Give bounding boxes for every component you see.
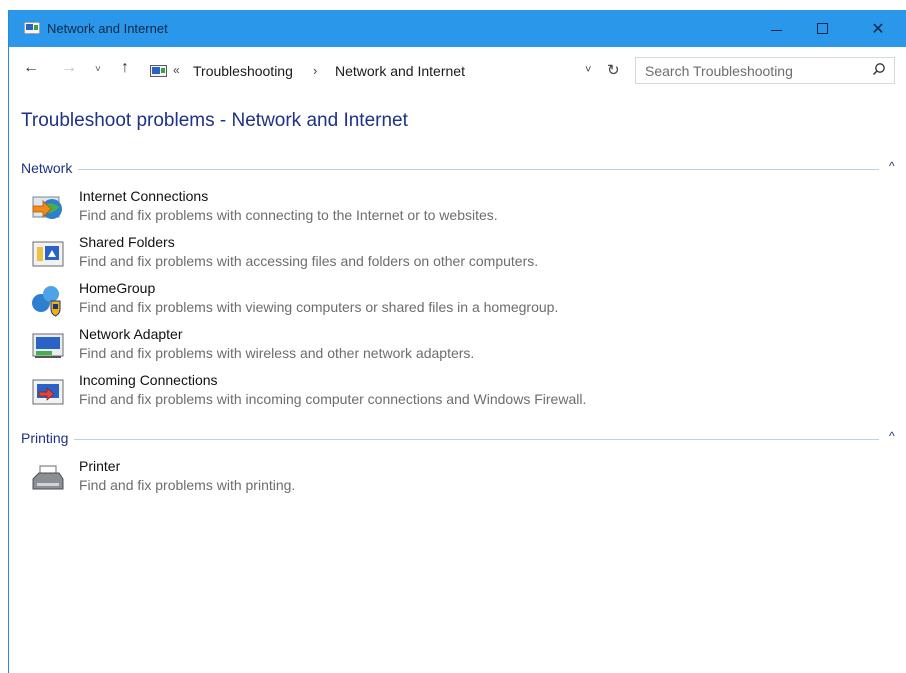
maximize-icon [816,23,828,34]
close-icon: ✕ [871,20,885,38]
list-item-printer[interactable]: Printer Find and fix problems with print… [31,458,731,502]
network-adapter-icon [32,333,64,358]
list-item-internet-connections[interactable]: Internet Connections Find and fix proble… [31,188,731,232]
window-title: Network and Internet [47,21,168,36]
back-button[interactable]: ← [23,59,39,77]
item-description: Find and fix problems with viewing compu… [79,299,559,315]
minimize-button[interactable] [753,10,799,47]
item-title[interactable]: Printer [79,458,120,474]
minimize-icon [770,30,782,31]
item-title[interactable]: Incoming Connections [79,372,218,388]
list-item-shared-folders[interactable]: Shared Folders Find and fix problems wit… [31,234,731,278]
group-divider [21,439,879,440]
collapse-icon[interactable]: ^ [889,159,895,173]
group-label-printing: Printing [21,430,75,446]
list-item-homegroup[interactable]: HomeGroup Find and fix problems with vie… [31,280,731,324]
incoming-connections-icon [32,379,64,405]
forward-button[interactable]: → [61,59,77,77]
overflow-icon[interactable]: « [173,63,180,77]
navigation-bar: ← → ˅ ↑ « Troubleshooting › Network and … [9,52,906,88]
up-button[interactable]: ↑ [121,59,129,77]
refresh-icon[interactable]: ↻ [607,61,620,79]
control-panel-icon [150,65,167,77]
item-description: Find and fix problems with accessing fil… [79,253,539,269]
item-title[interactable]: Network Adapter [79,326,183,342]
recent-locations-button[interactable]: ˅ [95,64,101,75]
item-description: Find and fix problems with wireless and … [79,345,475,361]
group-header-printing[interactable]: Printing ^ [21,429,901,448]
item-description: Find and fix problems with connecting to… [79,207,498,223]
search-input[interactable]: Search Troubleshooting [635,57,895,84]
collapse-icon[interactable]: ^ [889,429,895,443]
printer-icon [32,465,64,490]
search-placeholder: Search Troubleshooting [645,63,793,79]
item-title[interactable]: Internet Connections [79,188,208,204]
breadcrumb-troubleshooting[interactable]: Troubleshooting [193,63,293,79]
network-app-icon [24,22,40,34]
title-bar[interactable]: Network and Internet ✕ [9,10,906,47]
page-title: Troubleshoot problems - Network and Inte… [21,110,408,131]
shared-folders-icon [32,241,64,267]
close-button[interactable]: ✕ [855,10,901,47]
internet-connections-icon [32,196,62,219]
item-title[interactable]: Shared Folders [79,234,175,250]
address-dropdown-icon[interactable]: ˅ [585,64,591,76]
address-bar[interactable]: « Troubleshooting › Network and Internet… [144,56,634,84]
item-description: Find and fix problems with incoming comp… [79,391,587,407]
item-description: Find and fix problems with printing. [79,477,296,493]
search-icon[interactable] [872,62,886,76]
maximize-button[interactable] [799,10,845,47]
breadcrumb-network-and-internet[interactable]: Network and Internet [335,63,465,79]
window: Network and Internet ✕ ← → ˅ ↑ « Trouble… [8,10,906,673]
group-divider [21,169,879,170]
list-item-network-adapter[interactable]: Network Adapter Find and fix problems wi… [31,326,731,370]
group-label-network: Network [21,160,79,176]
item-title[interactable]: HomeGroup [79,280,155,296]
homegroup-icon [32,286,61,317]
list-item-incoming-connections[interactable]: Incoming Connections Find and fix proble… [31,372,731,416]
breadcrumb-separator-icon[interactable]: › [313,63,317,78]
group-header-network[interactable]: Network ^ [21,159,901,178]
